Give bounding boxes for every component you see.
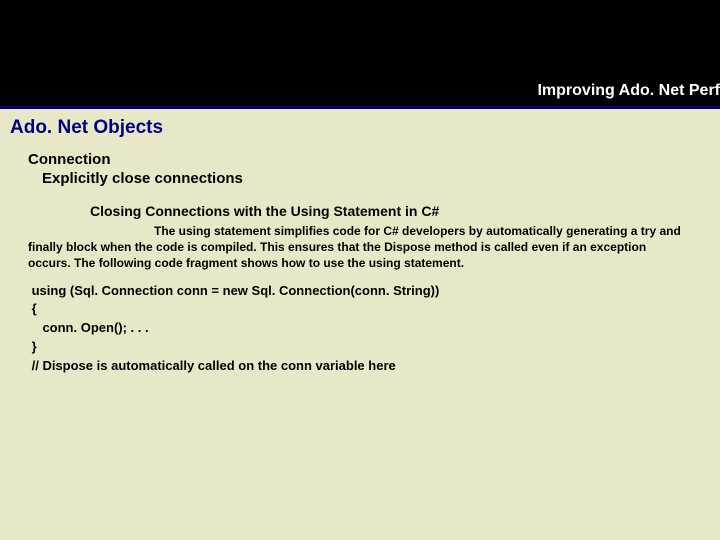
subheading-close-connections: Explicitly close connections — [42, 170, 710, 187]
subheading-using-statement: Closing Connections with the Using State… — [90, 203, 710, 219]
header-bar: Improving Ado. Net Perf — [0, 0, 720, 106]
slide-title: Ado. Net Objects — [10, 117, 710, 139]
slide-content: Ado. Net Objects Connection Explicitly c… — [0, 109, 720, 376]
code-sample: using (Sql. Connection conn = new Sql. C… — [28, 282, 692, 376]
subheading-connection: Connection — [28, 151, 710, 168]
header-title: Improving Ado. Net Perf — [537, 82, 720, 100]
body-paragraph: The using statement simplifies code for … — [28, 223, 692, 272]
